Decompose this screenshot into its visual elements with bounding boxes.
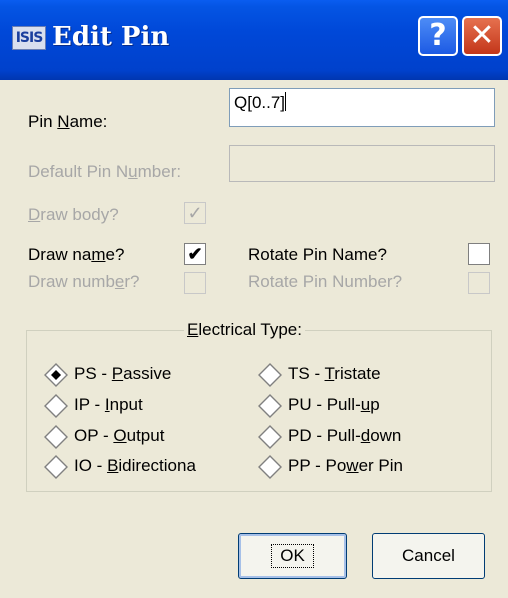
title-bar[interactable]: ISIS Edit Pin ? ✕ xyxy=(0,0,508,80)
rotate-pin-number-label: Rotate Pin Number? xyxy=(248,272,403,291)
window-title: Edit Pin xyxy=(52,22,170,52)
rotate-pin-number-checkbox xyxy=(468,272,490,294)
default-pin-number-input xyxy=(229,145,495,182)
draw-name-label: Draw name? xyxy=(28,245,125,264)
rotate-pin-name-checkbox[interactable] xyxy=(468,243,490,265)
pin-name-label: Pin Name: xyxy=(28,112,108,131)
radio-passive[interactable] xyxy=(44,363,68,387)
draw-name-checkbox[interactable]: ✔ xyxy=(184,243,206,265)
rotate-pin-name-label: Rotate Pin Name? xyxy=(248,245,387,264)
cancel-button[interactable]: Cancel xyxy=(372,533,485,579)
draw-number-checkbox xyxy=(184,272,206,294)
radio-power[interactable] xyxy=(258,455,282,479)
draw-body-checkbox: ✓ xyxy=(184,202,206,224)
close-button[interactable]: ✕ xyxy=(462,16,502,56)
radio-pulldown[interactable] xyxy=(258,425,282,449)
electrical-type-title: Electrical Type: xyxy=(184,320,305,340)
pin-name-value: Q[0..7] xyxy=(234,93,286,112)
radio-input-label: IP - Input xyxy=(74,395,143,414)
ok-button-label: OK xyxy=(271,544,314,568)
draw-body-label: Draw body? xyxy=(28,205,119,224)
radio-pullup[interactable] xyxy=(258,394,282,418)
radio-output-label: OP - Output xyxy=(74,426,165,445)
ok-button[interactable]: OK xyxy=(238,533,347,579)
radio-bidirectional[interactable] xyxy=(44,455,68,479)
help-button[interactable]: ? xyxy=(418,16,458,56)
radio-tristate[interactable] xyxy=(258,363,282,387)
radio-power-label: PP - Power Pin xyxy=(288,456,403,475)
radio-pulldown-label: PD - Pull-down xyxy=(288,426,402,445)
radio-tristate-label: TS - Tristate xyxy=(288,364,381,383)
text-caret xyxy=(285,92,287,111)
pin-name-input[interactable]: Q[0..7] xyxy=(229,88,495,127)
default-pin-number-label: Default Pin Number: xyxy=(28,162,182,181)
radio-passive-label: PS - Passive xyxy=(74,364,172,383)
radio-pullup-label: PU - Pull-up xyxy=(288,395,380,414)
isis-app-icon: ISIS xyxy=(12,26,46,50)
draw-number-label: Draw number? xyxy=(28,272,140,291)
radio-output[interactable] xyxy=(44,425,68,449)
radio-input[interactable] xyxy=(44,394,68,418)
radio-bidirectional-label: IO - Bidirectiona xyxy=(74,456,196,475)
